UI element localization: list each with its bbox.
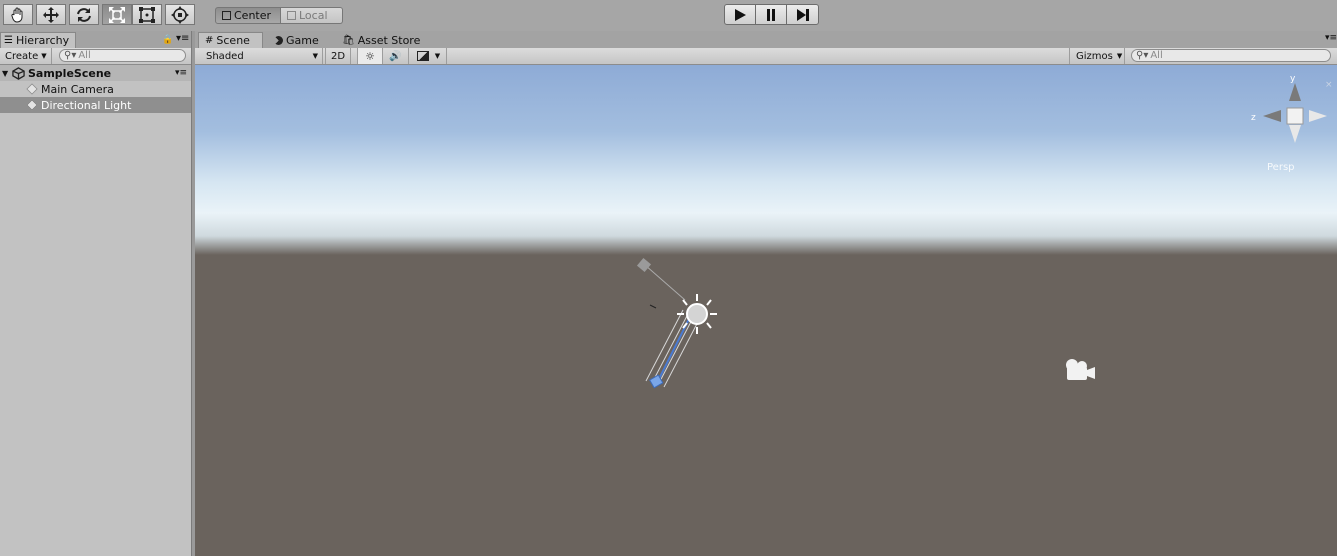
orientation-gizmo[interactable] bbox=[1263, 83, 1327, 143]
search-icon: ⚲▾ bbox=[1136, 50, 1149, 61]
search-icon: ⚲▾ bbox=[64, 50, 77, 61]
expand-arrow-icon: ▼ bbox=[2, 68, 9, 78]
lock-icon[interactable]: 🔒 bbox=[162, 35, 173, 45]
pause-icon bbox=[767, 8, 775, 21]
dropdown-arrow-icon: ▼ bbox=[1116, 52, 1123, 60]
grid-icon: # bbox=[205, 35, 214, 46]
scene-row[interactable]: ▼ SampleScene ▾≡ bbox=[0, 65, 191, 81]
move-arrows-icon bbox=[43, 6, 59, 23]
store-bag-icon: 🛍 bbox=[342, 34, 355, 46]
scene-search-input[interactable]: ⚲▾ All bbox=[1131, 49, 1331, 62]
audio-toggle[interactable]: 🔊 bbox=[383, 48, 409, 64]
hierarchy-search-input[interactable]: ⚲▾ All bbox=[59, 49, 186, 62]
tab-game[interactable]: Game bbox=[270, 32, 332, 48]
rect-tool-button[interactable] bbox=[132, 4, 162, 25]
hierarchy-toolbar: Create ▼ ⚲▾ All bbox=[0, 48, 192, 65]
tab-asset-store-label: Asset Store bbox=[357, 33, 421, 47]
transform-icon bbox=[171, 5, 189, 24]
scale-tool-button[interactable] bbox=[102, 4, 132, 25]
gizmos-dropdown[interactable]: Gizmos ▼ bbox=[1069, 48, 1125, 64]
step-icon bbox=[796, 8, 809, 21]
tab-hierarchy-label: Hierarchy bbox=[15, 34, 70, 47]
speaker-icon: 🔊 bbox=[389, 50, 402, 62]
lighting-toggle[interactable]: ☼ bbox=[357, 48, 383, 64]
dropdown-arrow-icon: ▼ bbox=[434, 52, 441, 60]
gizmo-corner-icon: × bbox=[1325, 80, 1333, 90]
directional-light-gizmo[interactable] bbox=[636, 257, 717, 389]
effects-dropdown[interactable]: ▼ bbox=[411, 48, 447, 64]
hierarchy-list: ▼ SampleScene ▾≡ Main Camera Directional… bbox=[0, 65, 191, 556]
create-label: Create bbox=[5, 50, 39, 62]
scene-viewport[interactable]: y z Persp × bbox=[195, 65, 1337, 556]
shading-mode-dropdown[interactable]: Shaded ▼ bbox=[195, 48, 323, 64]
axis-y-label: y bbox=[1290, 74, 1296, 84]
local-icon bbox=[287, 11, 296, 20]
gameobject-cube-icon bbox=[26, 83, 38, 95]
shading-mode-label: Shaded bbox=[206, 50, 244, 62]
pivot-center-label: Center bbox=[234, 9, 272, 22]
main-toolbar: Center Local bbox=[0, 0, 1337, 31]
rotate-tool-button[interactable] bbox=[69, 4, 99, 25]
tab-asset-store[interactable]: 🛍 Asset Store bbox=[338, 32, 430, 48]
hierarchy-item-label: Directional Light bbox=[41, 98, 132, 112]
hierarchy-search-placeholder: All bbox=[78, 50, 91, 61]
gameobject-cube-icon bbox=[26, 99, 38, 111]
tab-hierarchy[interactable]: ☰ Hierarchy bbox=[0, 32, 76, 48]
gizmos-label: Gizmos bbox=[1076, 50, 1113, 62]
scene-search-placeholder: All bbox=[1150, 50, 1163, 61]
projection-label[interactable]: Persp bbox=[1267, 162, 1295, 173]
axis-z-label: z bbox=[1251, 113, 1256, 123]
sun-icon: ☼ bbox=[365, 49, 375, 63]
create-dropdown[interactable]: Create ▼ bbox=[0, 48, 52, 64]
rotate-icon bbox=[77, 7, 91, 22]
tab-scene-label: Scene bbox=[216, 34, 250, 47]
hierarchy-item-label: Main Camera bbox=[41, 82, 114, 96]
hand-icon bbox=[11, 7, 23, 23]
scene-overlay: y z Persp × bbox=[636, 74, 1333, 389]
scene-name: SampleScene bbox=[28, 66, 112, 80]
hierarchy-item-main-camera[interactable]: Main Camera bbox=[0, 81, 191, 97]
play-icon bbox=[735, 8, 746, 21]
list-icon: ☰ bbox=[4, 35, 13, 46]
hierarchy-item-directional-light[interactable]: Directional Light bbox=[0, 97, 191, 113]
camera-gizmo[interactable] bbox=[1066, 359, 1095, 380]
2d-mode-toggle[interactable]: 2D bbox=[325, 48, 351, 64]
pivot-local-label: Local bbox=[299, 9, 328, 22]
panel-menu-icon[interactable]: ▾≡ bbox=[1325, 33, 1337, 43]
dropdown-arrow-icon: ▼ bbox=[312, 52, 318, 60]
unity-logo-icon bbox=[12, 66, 25, 80]
2d-mode-label: 2D bbox=[330, 50, 346, 62]
pivot-local-toggle[interactable]: Local bbox=[281, 7, 343, 24]
image-icon bbox=[416, 51, 429, 61]
pause-button[interactable] bbox=[755, 4, 787, 25]
hand-tool-button[interactable] bbox=[3, 4, 33, 25]
transform-tool-button[interactable] bbox=[165, 4, 195, 25]
scale-icon bbox=[109, 6, 125, 23]
pacman-icon bbox=[274, 35, 283, 45]
scene-menu-icon[interactable]: ▾≡ bbox=[175, 68, 187, 78]
scene-toolbar: Shaded ▼ 2D ☼ 🔊 ▼ Gizmos ▼ ⚲▾ All bbox=[195, 48, 1337, 65]
move-tool-button[interactable] bbox=[36, 4, 66, 25]
tab-scene[interactable]: # Scene bbox=[198, 32, 263, 48]
rect-icon bbox=[139, 6, 155, 23]
dropdown-arrow-icon: ▼ bbox=[41, 52, 47, 60]
panel-menu-icon[interactable]: ▾≡ bbox=[176, 33, 189, 44]
play-button[interactable] bbox=[724, 4, 756, 25]
step-button[interactable] bbox=[786, 4, 819, 25]
pivot-center-toggle[interactable]: Center bbox=[215, 7, 281, 24]
center-icon bbox=[222, 11, 231, 20]
tab-game-label: Game bbox=[286, 33, 319, 47]
